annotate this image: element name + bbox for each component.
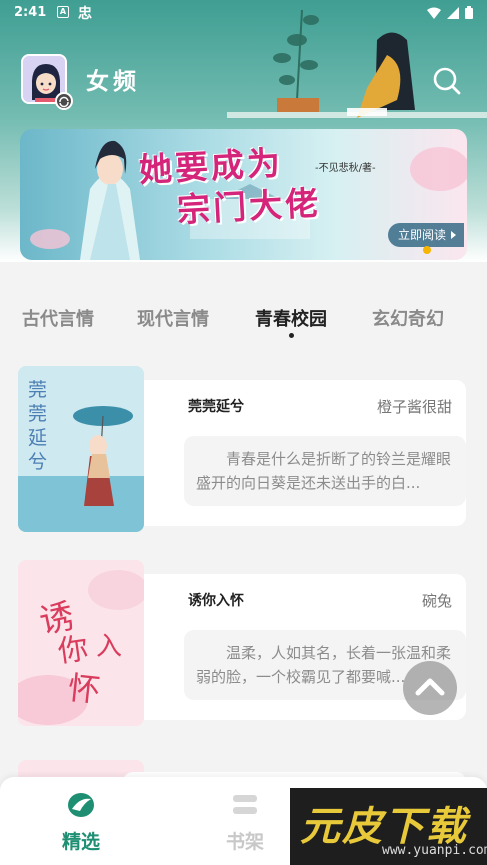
list-item[interactable]: 诱你入怀 碗兔 温柔，人如其名，长着一张温和柔弱的脸，一个校霸见了都要喊... … bbox=[18, 560, 466, 726]
banner-author: -不见悲秋/著- bbox=[315, 163, 376, 174]
search-icon[interactable] bbox=[431, 65, 463, 97]
watermark: 元皮下载 www.yuanpi.com bbox=[290, 788, 487, 865]
status-bar: 2:41 A 忠 bbox=[0, 0, 487, 28]
book-title: 莞莞延兮 bbox=[188, 399, 244, 415]
category-tabs: 古代言情 现代言情 青春校园 玄幻奇幻 bbox=[0, 305, 487, 345]
switch-account-icon bbox=[55, 92, 73, 110]
battery-icon bbox=[465, 6, 473, 19]
tab-fantasy[interactable]: 玄幻奇幻 bbox=[372, 305, 444, 331]
list-item[interactable]: 莞莞延兮 橙子酱很甜 青春是什么是折断了的铃兰是耀眼盛开的向日葵是还未送出手的白… bbox=[18, 366, 466, 532]
nav-bookshelf[interactable]: 书架 bbox=[200, 777, 290, 865]
cover-title-3: 入 bbox=[96, 632, 122, 662]
tab-ancient-romance[interactable]: 古代言情 bbox=[22, 305, 94, 331]
chevron-up-icon bbox=[415, 678, 445, 696]
tab-campus-youth[interactable]: 青春校园 bbox=[255, 305, 327, 331]
system-icons bbox=[427, 6, 473, 19]
cover-title-4: 怀 bbox=[66, 669, 102, 710]
book-cover[interactable]: 莞 莞 延 兮 bbox=[18, 366, 144, 532]
book-title: 诱你入怀 bbox=[188, 593, 244, 609]
bookshelf-icon bbox=[233, 795, 257, 814]
book-cover-image: 诱 你 入 怀 bbox=[18, 560, 144, 726]
nav-featured[interactable]: 精选 bbox=[36, 777, 126, 865]
channel-title: 女频 bbox=[86, 68, 140, 95]
banner-title-line1: 她要成为 bbox=[138, 143, 284, 190]
notification-icon: 忠 bbox=[78, 6, 92, 22]
featured-icon bbox=[68, 793, 94, 817]
cover-title-3: 延 bbox=[28, 427, 47, 449]
book-card: 莞莞延兮 橙子酱很甜 青春是什么是折断了的铃兰是耀眼盛开的向日葵是还未送出手的白… bbox=[123, 380, 466, 526]
cover-title-2: 莞 bbox=[28, 403, 47, 425]
header: 2:41 A 忠 女频 她要成为 宗门大佬 -不见悲秋/著- 立即阅读 bbox=[0, 0, 487, 262]
active-tab-indicator bbox=[289, 333, 294, 338]
wifi-icon bbox=[427, 7, 441, 19]
banner-title: 她要成为 宗门大佬 bbox=[138, 137, 392, 234]
user-avatar-button[interactable] bbox=[21, 54, 73, 110]
promo-banner[interactable]: 她要成为 宗门大佬 -不见悲秋/著- 立即阅读 bbox=[20, 129, 467, 260]
nav-label: 书架 bbox=[225, 831, 264, 853]
banner-indicator bbox=[423, 246, 431, 254]
book-cover-image: 莞 莞 延 兮 bbox=[18, 366, 144, 532]
watermark-url: www.yuanpi.com bbox=[382, 843, 487, 858]
scroll-top-button[interactable] bbox=[403, 661, 457, 715]
book-author: 碗兔 bbox=[421, 592, 452, 610]
read-now-button[interactable]: 立即阅读 bbox=[388, 223, 465, 247]
status-time: 2:41 bbox=[14, 5, 47, 20]
book-author: 橙子酱很甜 bbox=[376, 398, 452, 416]
nav-label: 精选 bbox=[61, 831, 100, 853]
book-cover[interactable]: 诱 你 入 怀 bbox=[18, 560, 144, 726]
cover-title-2: 你 bbox=[56, 631, 91, 670]
cover-title-1: 莞 bbox=[28, 379, 47, 401]
app-notification-icon: A bbox=[57, 6, 69, 18]
cover-title-4: 兮 bbox=[28, 451, 47, 473]
book-description: 青春是什么是折断了的铃兰是耀眼盛开的向日葵是还未送出手的白... bbox=[184, 436, 466, 506]
tab-modern-romance[interactable]: 现代言情 bbox=[137, 305, 209, 331]
signal-icon bbox=[447, 6, 459, 19]
